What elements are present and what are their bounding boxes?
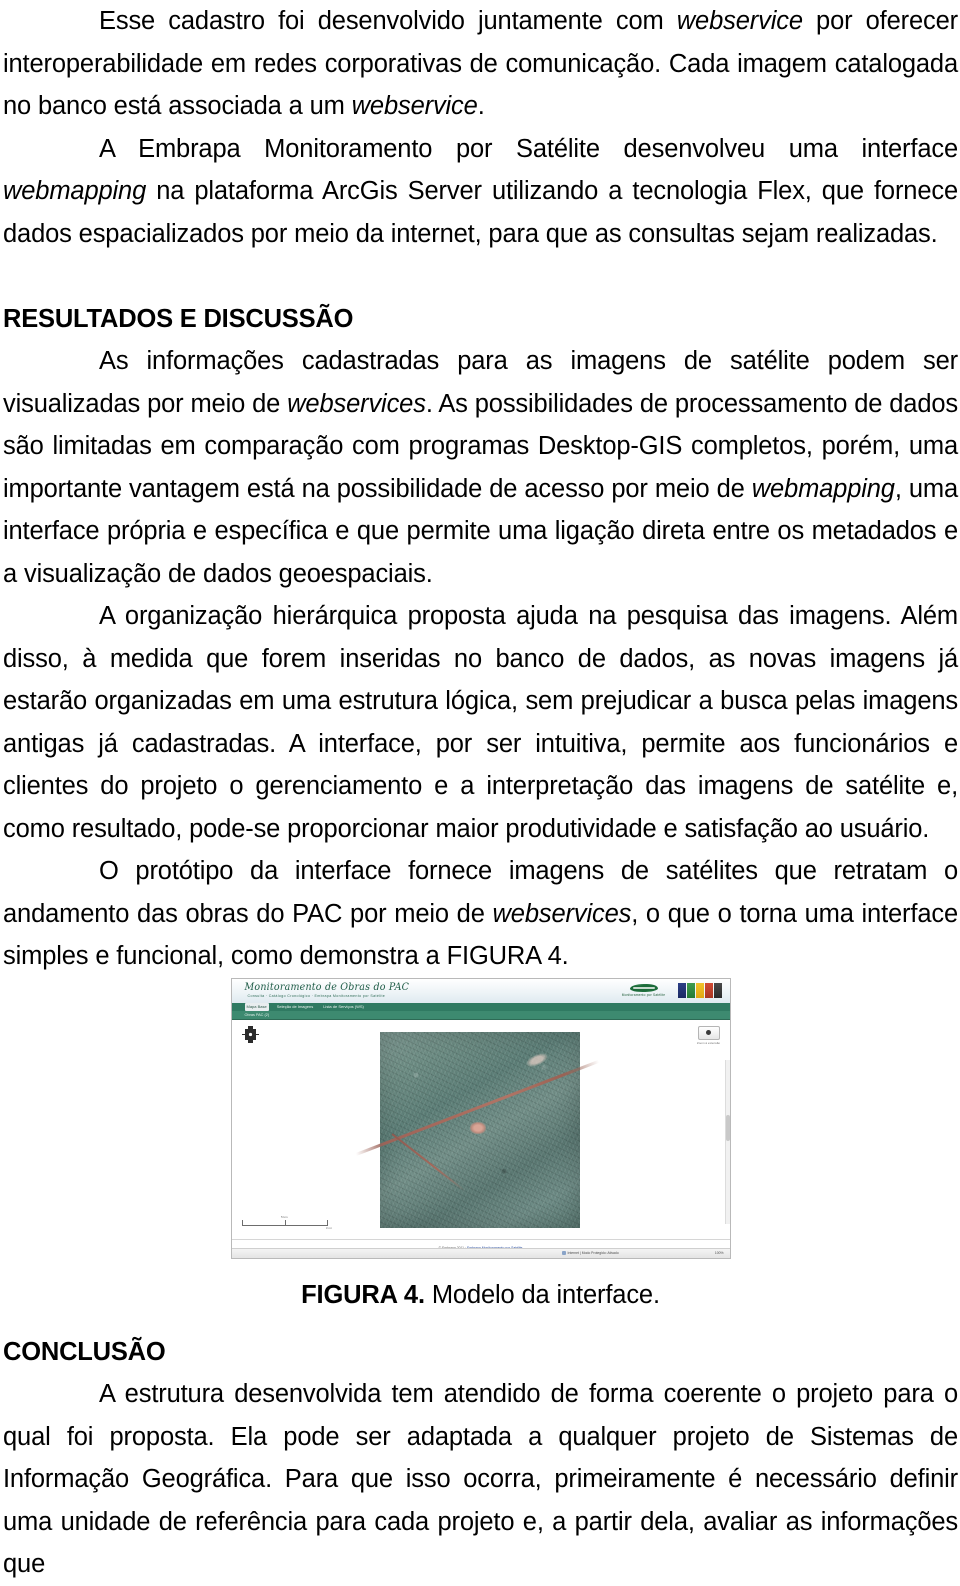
scale-bar-bottom-label: 3 mi — [325, 1225, 332, 1230]
app-brand-subtitle: Consulta · Catálogo Cronológico · Embrap… — [247, 993, 386, 998]
paragraph-embrapa: A Embrapa Monitoramento por Satélite des… — [3, 128, 958, 256]
paragraph-informacoes: As informações cadastradas para as image… — [3, 340, 958, 595]
shield-icon — [561, 1251, 566, 1255]
text-run: na plataforma ArcGis Server utilizando a… — [3, 177, 958, 248]
app-header: Monitoramento de Obras do PAC Consulta ·… — [231, 978, 730, 1003]
paragraph-organizacao: A organização hierárquica proposta ajuda… — [3, 595, 958, 850]
map-scrollbar[interactable] — [724, 1059, 730, 1224]
status-bar-zone-label: Internet | Modo Protegido: Ativado — [567, 1250, 619, 1255]
zoom-extent-label: Zoom à extensão — [696, 1040, 721, 1045]
map-canvas[interactable] — [231, 1019, 730, 1242]
gov-logo-stripe-dark — [713, 982, 722, 998]
satellite-image[interactable] — [379, 1031, 580, 1228]
pan-control-icon[interactable] — [241, 1025, 259, 1043]
figure-caption-label: FIGURA 4. — [301, 1280, 425, 1309]
text-run-italic: webservices — [287, 389, 426, 418]
satellite-clearing-feature — [524, 1050, 549, 1070]
document-page: Esse cadastro foi desenvolvido juntament… — [0, 0, 960, 1578]
figure-bottom-spacer — [3, 1310, 958, 1331]
app-body: Zoom à extensão 5 km 3 mi — [231, 1019, 730, 1242]
text-run-italic: webmapping — [3, 177, 147, 205]
government-logo — [677, 982, 722, 998]
sub-bar-label: Obras PAC (2) — [244, 1012, 270, 1017]
gov-logo-stripe-green — [686, 982, 695, 998]
text-run: A Embrapa Monitoramento por Satélite des… — [99, 134, 958, 163]
embrapa-logo-mark — [629, 983, 658, 992]
gov-logo-stripe-yellow — [695, 982, 704, 998]
text-run: A organização hierárquica proposta ajuda… — [3, 602, 958, 843]
embrapa-logo: Monitoramento por Satélite — [621, 983, 666, 999]
gov-logo-stripe-blue — [677, 982, 686, 998]
scale-bar-top-label: 5 km — [281, 1214, 288, 1219]
browser-status-bar: Internet | Modo Protegido: Ativado 100% — [231, 1247, 730, 1258]
menu-item-mapa-base[interactable]: Mapa Base — [244, 1002, 269, 1011]
text-run-italic: webservices — [492, 899, 632, 928]
gov-logo-stripe-red — [704, 982, 713, 998]
map-scrollbar-thumb[interactable] — [725, 1115, 730, 1142]
figure-4: Monitoramento de Obras do PAC Consulta ·… — [3, 977, 958, 1310]
page-content: Esse cadastro foi desenvolvido juntament… — [3, 0, 958, 1586]
webmapping-interface-screenshot: Monitoramento de Obras do PAC Consulta ·… — [230, 977, 731, 1259]
menu-item-selecao-imagens[interactable]: Seleção de Imagens — [275, 1003, 315, 1011]
scale-bar-line — [241, 1219, 328, 1226]
text-run: A estrutura desenvolvida tem atendido de… — [3, 1380, 958, 1578]
text-run-italic: webmapping — [751, 474, 895, 503]
zoom-extent-icon — [706, 1030, 711, 1035]
scale-bar-tick — [284, 1219, 286, 1225]
status-bar-security-zone: Internet | Modo Protegido: Ativado — [561, 1249, 619, 1258]
heading-resultados: RESULTADOS E DISCUSSÃO — [3, 304, 354, 333]
heading-conclusao: CONCLUSÃO — [3, 1337, 166, 1366]
text-run-italic: webservice — [351, 92, 478, 120]
app-menu-bar: Mapa Base Seleção de Imagens Lista de Se… — [231, 1002, 730, 1011]
app-brand-title: Monitoramento de Obras do PAC — [244, 981, 410, 993]
text-run: Esse cadastro foi desenvolvido juntament… — [99, 7, 677, 35]
satellite-town-feature — [469, 1121, 486, 1134]
menu-item-lista-servicos[interactable]: Lista de Serviços (WS) — [321, 1003, 366, 1011]
status-bar-zoom-level[interactable]: 100% — [715, 1249, 724, 1258]
zoom-extent-button[interactable] — [697, 1025, 720, 1040]
figure-caption-text: Modelo da interface. — [424, 1280, 660, 1309]
app-sub-bar: Obras PAC (2) — [231, 1010, 730, 1020]
paragraph-prototipo: O protótipo da interface fornece imagens… — [3, 850, 958, 978]
figure-caption: FIGURA 4. Modelo da interface. — [3, 1264, 958, 1310]
text-run-italic: webservice — [676, 7, 803, 35]
embrapa-logo-caption: Monitoramento por Satélite — [621, 992, 666, 997]
text-run: . — [477, 92, 485, 120]
map-scale-bar: 5 km 3 mi — [241, 1215, 332, 1230]
paragraph-conclusao: A estrutura desenvolvida tem atendido de… — [3, 1373, 958, 1586]
paragraph-cadastro: Esse cadastro foi desenvolvido juntament… — [3, 0, 958, 128]
